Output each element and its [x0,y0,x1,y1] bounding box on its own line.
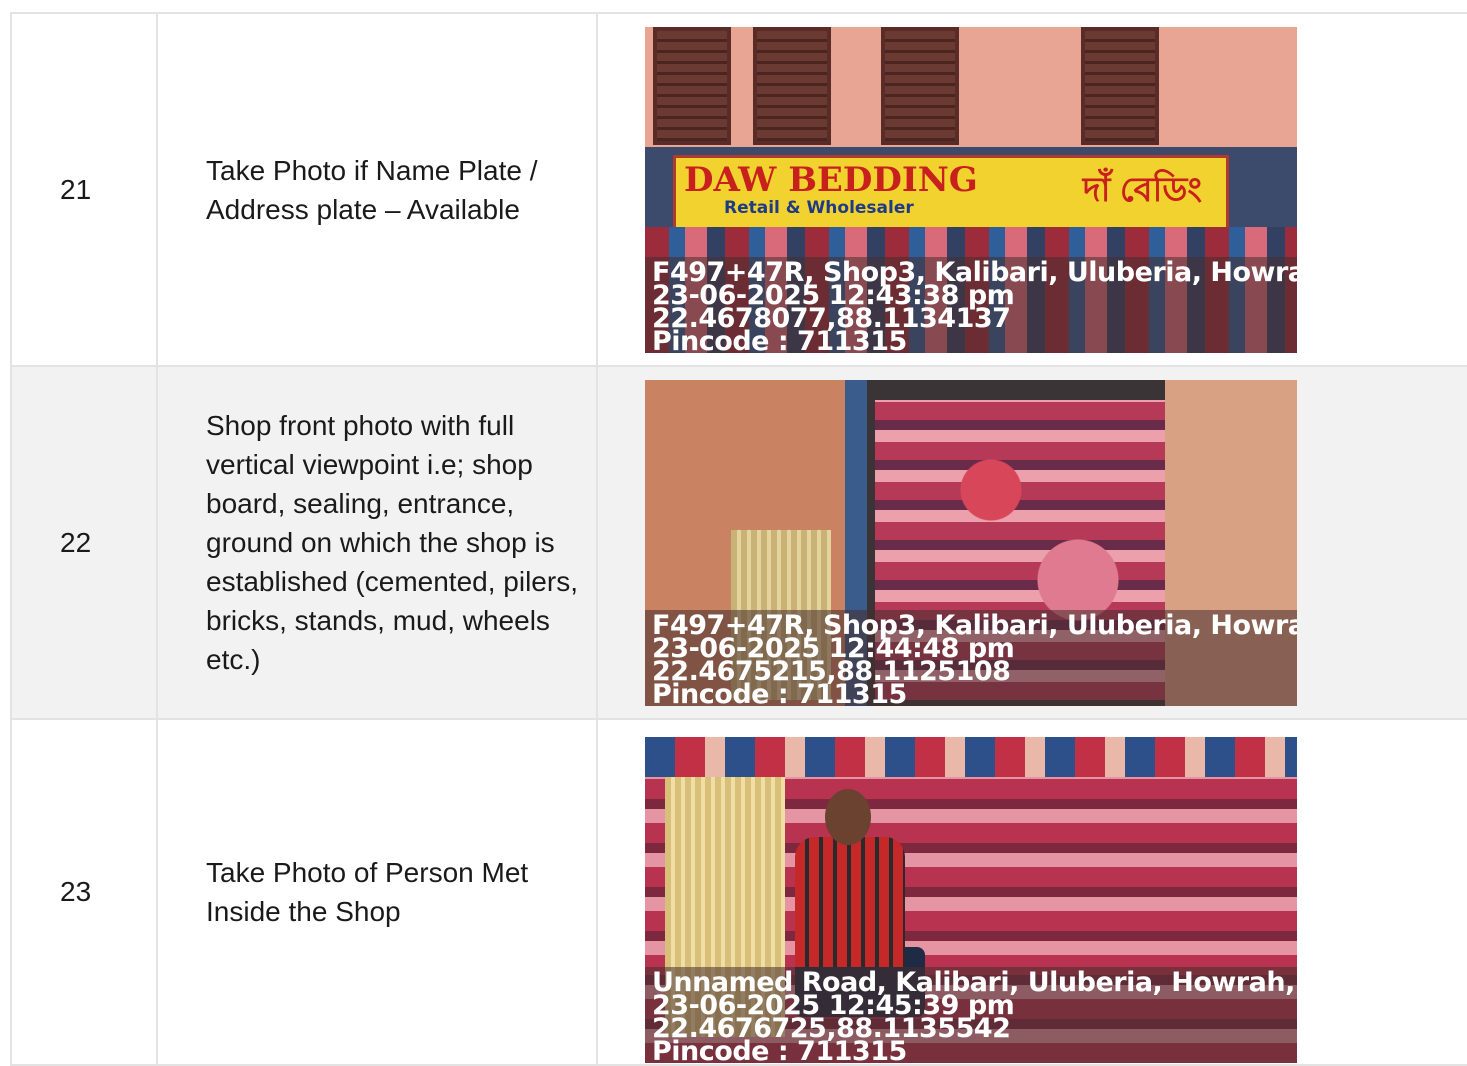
geotag-overlay: Unnamed Road, Kalibari, Uluberia, Howrah… [645,967,1297,1063]
row-number: 21 [12,14,158,365]
row-number: 23 [12,720,158,1064]
sign-name-bengali: দাঁ বেডিং [1082,170,1202,209]
row-description: Shop front photo with full vertical view… [158,367,598,718]
photo-cell: F497+47R, Shop3, Kalibari, Uluberia, How… [598,367,1467,718]
window-shutter [653,26,731,145]
sign-subtitle: Retail & Wholesaler [724,197,914,218]
window-shutter [1081,26,1159,145]
geotag-overlay: F497+47R, Shop3, Kalibari, Uluberia, How… [645,256,1297,353]
shelf-goods [645,737,1297,777]
table-row: 23 Take Photo of Person Met Inside the S… [12,720,1467,1066]
photo-cell: DAW BEDDING Retail & Wholesaler দাঁ বেডি… [598,14,1467,365]
shop-front-photo: F497+47R, Shop3, Kalibari, Uluberia, How… [645,379,1297,706]
row-number: 22 [12,367,158,718]
window-shutter [881,26,959,145]
table-row: 21 Take Photo if Name Plate / Address pl… [12,14,1467,367]
row-description: Take Photo of Person Met Inside the Shop [158,720,598,1064]
person-shirt [795,837,905,967]
table-row: 22 Shop front photo with full vertical v… [12,367,1467,720]
name-plate-photo: DAW BEDDING Retail & Wholesaler দাঁ বেডি… [645,26,1297,353]
shop-signboard: DAW BEDDING Retail & Wholesaler দাঁ বেডি… [673,154,1229,233]
sign-name: DAW BEDDING [684,159,978,200]
person-met-photo: Unnamed Road, Kalibari, Uluberia, Howrah… [645,737,1297,1063]
photo-cell: Unnamed Road, Kalibari, Uluberia, Howrah… [598,720,1467,1064]
window-shutter [753,26,831,145]
person-head [825,789,871,845]
inspection-table: 21 Take Photo if Name Plate / Address pl… [10,12,1467,1066]
geotag-overlay: F497+47R, Shop3, Kalibari, Uluberia, How… [645,609,1297,706]
row-description: Take Photo if Name Plate / Address plate… [158,14,598,365]
